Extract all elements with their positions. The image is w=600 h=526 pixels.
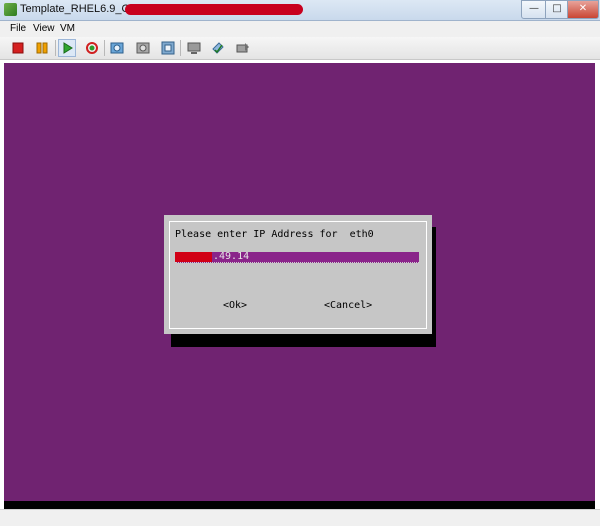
ip-address-dialog: Please enter IP Address for eth0 .49.14 … <box>164 215 432 334</box>
redacted-title-text <box>125 4 303 15</box>
snapshot-icon[interactable] <box>108 39 126 57</box>
stop-icon[interactable] <box>9 39 27 57</box>
menu-vm[interactable]: VM <box>60 23 75 34</box>
reset-icon[interactable] <box>83 39 101 57</box>
maximize-button[interactable]: □ <box>545 0 569 19</box>
revert-snapshot-icon[interactable] <box>134 39 152 57</box>
window-title-bar: Template_RHEL6.9_OS_x64 — □ ✕ <box>0 0 600 21</box>
dialog-prompt: Please enter IP Address for eth0 <box>175 229 374 240</box>
settings-icon[interactable] <box>209 39 227 57</box>
manage-snapshots-icon[interactable] <box>159 39 177 57</box>
ok-button[interactable]: <Ok> <box>223 300 247 311</box>
pause-icon[interactable] <box>33 39 51 57</box>
toolbar <box>0 37 600 60</box>
close-button[interactable]: ✕ <box>567 0 599 19</box>
status-bar <box>0 509 600 526</box>
send-keys-icon[interactable] <box>234 39 252 57</box>
toolbar-separator <box>180 40 181 56</box>
console-icon[interactable] <box>185 39 203 57</box>
cancel-button[interactable]: <Cancel> <box>324 300 372 311</box>
menu-bar: File View VM <box>0 21 600 37</box>
ip-address-input[interactable]: .49.14 <box>175 251 419 263</box>
console-bottom-bar <box>4 501 595 509</box>
toolbar-separator <box>104 40 105 56</box>
toolbar-separator <box>55 40 56 56</box>
ip-address-value: .49.14 <box>213 251 250 262</box>
menu-file[interactable]: File <box>10 23 26 34</box>
vm-app-icon <box>4 3 17 16</box>
minimize-button[interactable]: — <box>521 0 547 19</box>
menu-view[interactable]: View <box>33 23 55 34</box>
redacted-ip-prefix <box>175 252 212 262</box>
play-icon[interactable] <box>58 39 76 57</box>
